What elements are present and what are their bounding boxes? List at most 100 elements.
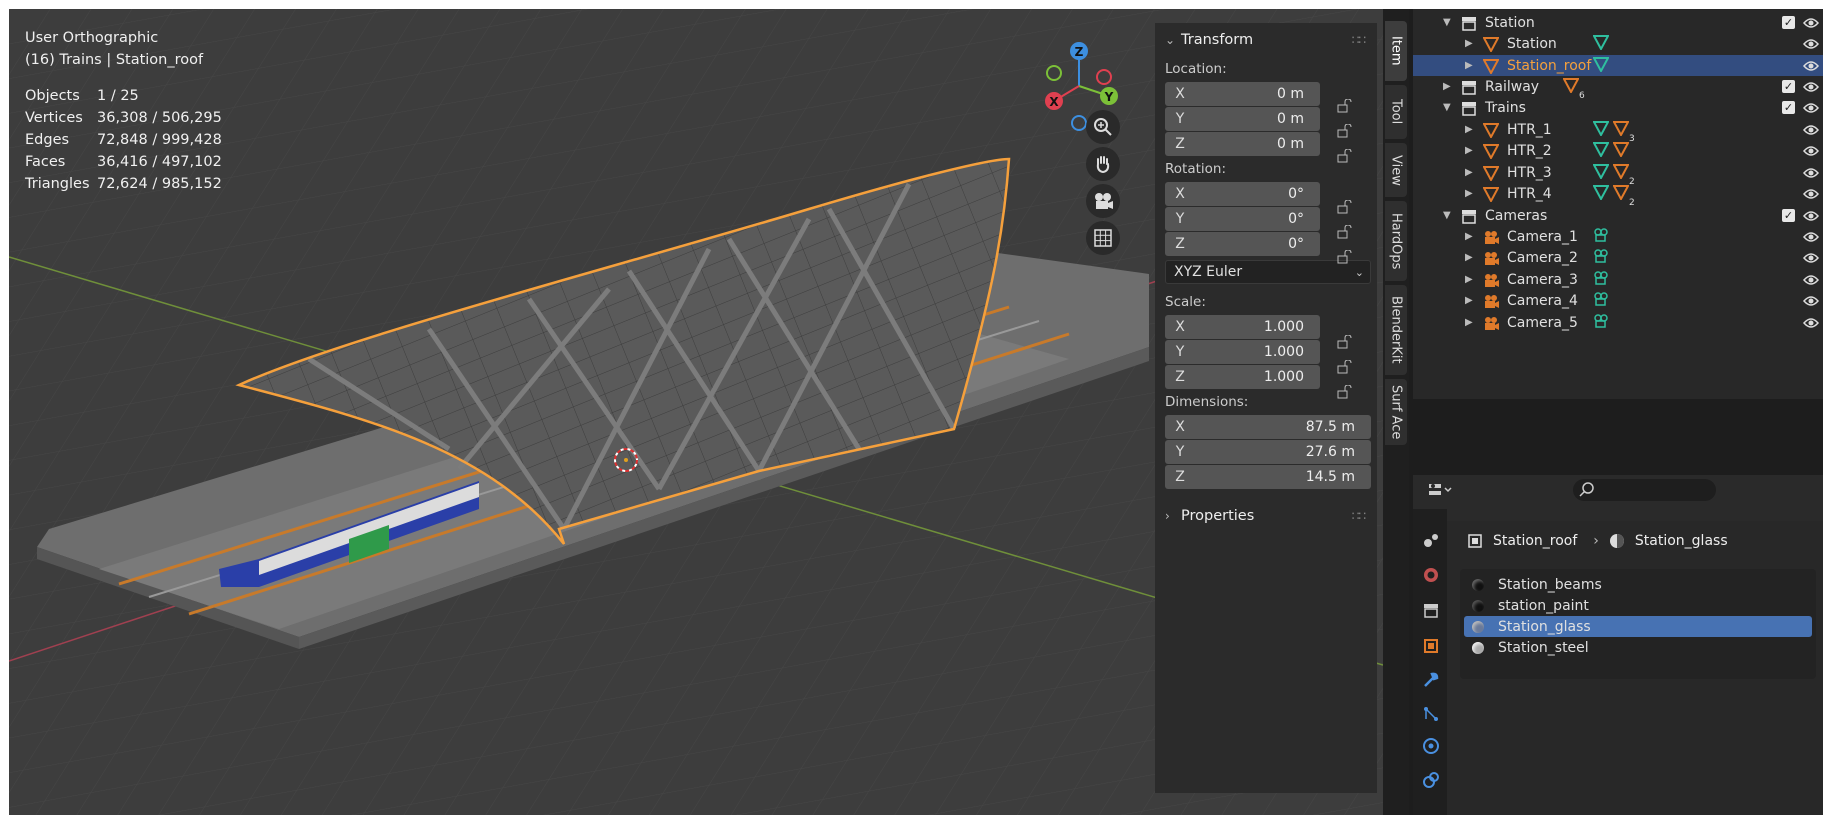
collapse-arrow-icon[interactable]: ▶ [1465, 252, 1473, 263]
rotation-z-field[interactable]: Z 0° [1165, 232, 1320, 256]
collection-include-checkbox[interactable]: ✓ [1782, 209, 1795, 222]
properties-header[interactable]: › Properties ∷∷ [1155, 499, 1377, 533]
physics-icon[interactable] [1422, 737, 1440, 755]
visibility-eye-icon[interactable] [1803, 252, 1819, 264]
outliner-row-station_roof[interactable]: ▶ Station_roof [1413, 55, 1823, 76]
visibility-eye-icon[interactable] [1803, 124, 1819, 136]
collection-include-checkbox[interactable]: ✓ [1782, 16, 1795, 29]
visibility-eye-icon[interactable] [1803, 167, 1819, 179]
expand-arrow-icon[interactable]: ▼ [1443, 17, 1451, 28]
collapse-arrow-icon[interactable]: ▶ [1465, 145, 1473, 156]
rotation-x-field[interactable]: X 0° [1165, 182, 1320, 206]
scale-x-field[interactable]: X 1.000 [1165, 315, 1320, 339]
dimensions-z-field[interactable]: Z 14.5 m [1165, 465, 1371, 489]
collection-icon[interactable] [1422, 601, 1440, 619]
collapse-arrow-icon[interactable]: ▶ [1465, 188, 1473, 199]
lock-icon[interactable] [1337, 200, 1353, 214]
tab-surf-ace[interactable]: Surf Ace [1385, 379, 1407, 445]
drag-grip-icon[interactable]: ∷∷ [1352, 509, 1366, 523]
material-slot-list[interactable]: Station_beams station_paint Station_glas… [1460, 569, 1816, 679]
collapse-arrow-icon[interactable]: ▶ [1465, 231, 1473, 242]
collapse-arrow-icon[interactable]: ▶ [1465, 38, 1473, 49]
mesh-data-icon[interactable] [1592, 184, 1610, 201]
orthographic-grid-icon[interactable] [1086, 221, 1120, 255]
modifier-icon[interactable] [1612, 120, 1630, 137]
visibility-eye-icon[interactable] [1803, 210, 1819, 222]
material-slot-selected[interactable]: Station_glass [1464, 616, 1812, 637]
lock-icon[interactable] [1337, 250, 1353, 264]
material-slot[interactable]: Station_beams [1464, 574, 1812, 595]
dimensions-y-field[interactable]: Y 27.6 m [1165, 440, 1371, 464]
visibility-eye-icon[interactable] [1803, 295, 1819, 307]
object-icon[interactable] [1422, 637, 1440, 655]
lock-icon[interactable] [1337, 124, 1353, 138]
modifier-icon[interactable] [1612, 163, 1630, 180]
visibility-eye-icon[interactable] [1803, 81, 1819, 93]
wrench-icon[interactable] [1422, 671, 1440, 689]
mesh-data-icon[interactable] [1592, 163, 1610, 180]
modifier-icon[interactable] [1612, 141, 1630, 158]
visibility-eye-icon[interactable] [1803, 17, 1819, 29]
camera-data-icon[interactable] [1593, 248, 1611, 264]
collapse-arrow-icon[interactable]: ▶ [1465, 317, 1473, 328]
collapse-arrow-icon[interactable]: ▶ [1443, 81, 1451, 92]
lock-icon[interactable] [1337, 385, 1353, 399]
material-slot[interactable]: station_paint [1464, 595, 1812, 616]
collapse-arrow-icon[interactable]: ▶ [1465, 295, 1473, 306]
particles-icon[interactable] [1422, 705, 1440, 723]
pan-hand-icon[interactable] [1086, 147, 1120, 181]
visibility-eye-icon[interactable] [1803, 231, 1819, 243]
camera-data-icon[interactable] [1593, 313, 1611, 329]
3d-viewport[interactable]: User Orthographic (16) Trains | Station_… [9, 9, 1383, 815]
material-slot[interactable]: Station_steel [1464, 637, 1812, 658]
collapse-arrow-icon[interactable]: ▶ [1465, 167, 1473, 178]
camera-data-icon[interactable] [1593, 227, 1611, 243]
mesh-data-icon[interactable] [1592, 34, 1610, 51]
outliner-row-camera_4[interactable]: ▶ Camera_4 [1413, 290, 1823, 311]
tab-item[interactable]: Item [1385, 21, 1407, 81]
lock-icon[interactable] [1337, 225, 1353, 239]
navigation-gizmo[interactable]: Z Y X [1019, 31, 1139, 141]
outliner-row-camera_2[interactable]: ▶ Camera_2 [1413, 247, 1823, 268]
outliner-row-cameras[interactable]: ▼ Cameras ✓ [1413, 205, 1823, 226]
collapse-arrow-icon[interactable]: ▶ [1465, 274, 1473, 285]
properties-search-input[interactable] [1573, 479, 1716, 501]
constraints-icon[interactable] [1422, 771, 1440, 789]
outliner-row-camera_1[interactable]: ▶ Camera_1 [1413, 226, 1823, 247]
camera-data-icon[interactable] [1593, 270, 1611, 286]
tab-hardops[interactable]: HardOps [1385, 201, 1407, 281]
tab-blenderkit[interactable]: BlenderKit [1385, 285, 1407, 375]
lock-icon[interactable] [1337, 360, 1353, 374]
zoom-icon[interactable] [1086, 110, 1120, 144]
collection-include-checkbox[interactable]: ✓ [1782, 101, 1795, 114]
outliner-row-camera_3[interactable]: ▶ Camera_3 [1413, 269, 1823, 290]
collapse-arrow-icon[interactable]: ▶ [1465, 124, 1473, 135]
outliner-row-station[interactable]: ▼ Station ✓ [1413, 12, 1823, 33]
visibility-eye-icon[interactable] [1803, 145, 1819, 157]
tool-settings-icon[interactable] [1422, 531, 1440, 549]
camera-data-icon[interactable] [1593, 291, 1611, 307]
mesh-data-icon[interactable] [1592, 56, 1610, 73]
outliner-row-htr_1[interactable]: ▶ HTR_1 3 [1413, 119, 1823, 144]
modifier-icon[interactable] [1612, 184, 1630, 201]
rotation-y-field[interactable]: Y 0° [1165, 207, 1320, 231]
drag-grip-icon[interactable]: ∷∷ [1352, 33, 1366, 47]
visibility-eye-icon[interactable] [1803, 102, 1819, 114]
visibility-eye-icon[interactable] [1803, 188, 1819, 200]
collapse-arrow-icon[interactable]: ▶ [1465, 60, 1473, 71]
visibility-eye-icon[interactable] [1803, 317, 1819, 329]
outliner-row-station[interactable]: ▶ Station [1413, 33, 1823, 54]
outliner-row-htr_2[interactable]: ▶ HTR_2 [1413, 140, 1823, 161]
lock-icon[interactable] [1337, 99, 1353, 113]
mesh-data-icon[interactable] [1592, 120, 1610, 137]
lock-icon[interactable] [1337, 335, 1353, 349]
mesh-data-icon[interactable] [1592, 141, 1610, 158]
tab-tool[interactable]: Tool [1385, 85, 1407, 139]
outliner-row-htr_4[interactable]: ▶ HTR_4 2 [1413, 183, 1823, 208]
outliner-row-trains[interactable]: ▼ Trains ✓ [1413, 97, 1823, 118]
outliner-row-htr_3[interactable]: ▶ HTR_3 2 [1413, 162, 1823, 187]
outliner-row-railway[interactable]: ▶ Railway 6 ✓ [1413, 76, 1823, 101]
location-x-field[interactable]: X0 m [1165, 82, 1320, 106]
lock-icon[interactable] [1337, 149, 1353, 163]
dimensions-x-field[interactable]: X 87.5 m [1165, 415, 1371, 439]
